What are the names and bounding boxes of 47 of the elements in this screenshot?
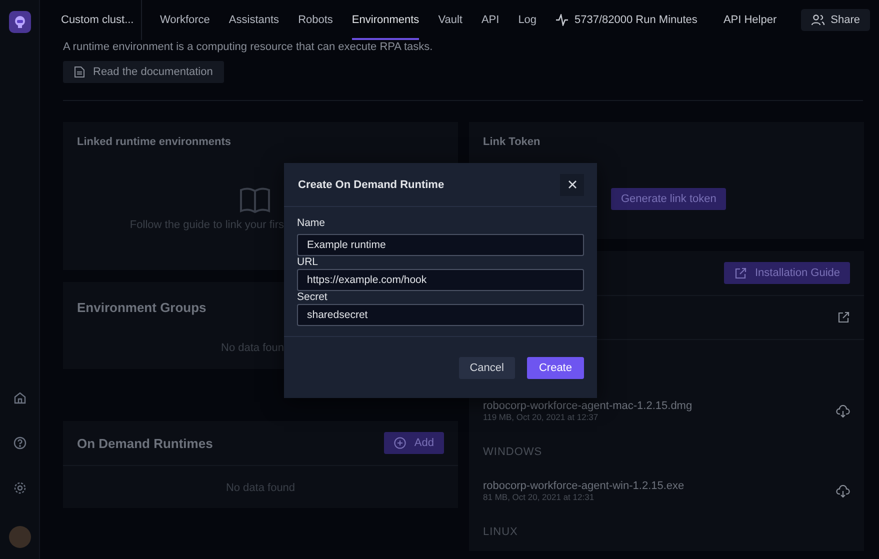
create-button[interactable]: Create [526, 356, 584, 378]
external-link-icon [734, 266, 747, 280]
field-label: Secret [297, 291, 328, 304]
cancel-button[interactable]: Cancel [458, 356, 515, 378]
nav-tab[interactable]: Environments [352, 0, 420, 40]
input-field[interactable]: https://example.com/hook [297, 269, 584, 291]
file-meta: 81 MB, Oct 20, 2021 at 12:31 [483, 492, 596, 502]
api-helper-link[interactable]: API Helper [723, 14, 777, 26]
share-button[interactable]: Share [800, 9, 870, 31]
dialog-title: Create On Demand Runtime [298, 178, 444, 190]
card-title: Environment Groups [77, 300, 206, 315]
activity-icon [554, 14, 568, 26]
run-minutes: 5737/82000 Run Minutes [574, 14, 698, 26]
card-title: On Demand Runtimes [77, 436, 213, 450]
nav-tab[interactable]: Assistants [228, 0, 280, 40]
close-icon [568, 180, 576, 189]
nav-tab[interactable]: Log [518, 0, 537, 40]
download-icon[interactable] [836, 404, 850, 418]
os-section-label: WINDOWS [483, 446, 544, 458]
close-button[interactable] [560, 174, 584, 196]
external-link-icon[interactable] [837, 311, 850, 324]
download-icon[interactable] [836, 484, 850, 498]
nav-tab[interactable]: API [481, 0, 500, 40]
documentation-button[interactable]: Read the documentation [63, 61, 224, 83]
nav-tab[interactable]: Vault [438, 0, 462, 40]
file-name: robocorp-workforce-agent-mac-1.2.15.dmg [483, 400, 692, 412]
input-field[interactable]: sharedsecret [297, 304, 584, 326]
settings-icon[interactable] [12, 481, 26, 495]
plus-circle-icon [394, 437, 406, 449]
field-label: URL [297, 256, 320, 269]
input-field[interactable]: Example runtime [297, 234, 584, 256]
nav-tab[interactable]: Robots [298, 0, 333, 40]
card-title: Linked runtime environments [77, 136, 232, 148]
workspace-selector[interactable]: Custom clust... [40, 0, 142, 40]
file-name: robocorp-workforce-agent-win-1.2.15.exe [483, 480, 684, 492]
intro-text: A runtime environment is a computing resource that can execute RPA tasks. [63, 40, 434, 54]
field-label: Name [297, 217, 326, 230]
file-meta: 119 MB, Oct 20, 2021 at 12:37 [483, 412, 600, 422]
document-icon [74, 66, 85, 78]
users-icon [810, 14, 825, 26]
book-icon [238, 186, 270, 216]
card-title: Link Token [483, 136, 540, 148]
help-icon[interactable] [12, 436, 26, 450]
nav-tab[interactable]: Workforce [160, 0, 210, 40]
logo-icon[interactable] [8, 11, 30, 33]
os-section-label: LINUX [483, 526, 519, 538]
home-icon[interactable] [12, 391, 26, 405]
